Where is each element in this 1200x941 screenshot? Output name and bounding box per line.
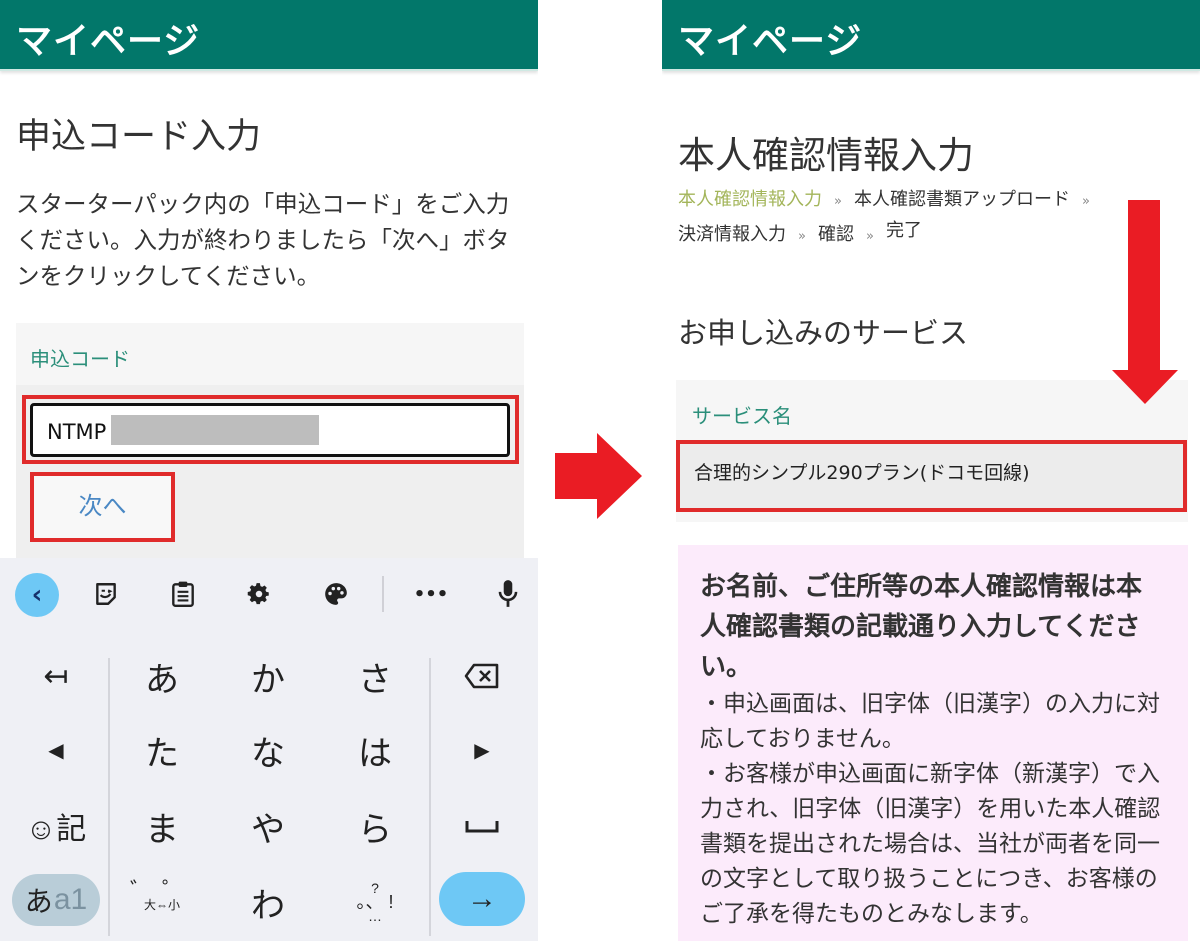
kana-key-grid: ↤ あ か さ ◀ た な は ▶ ☺記 ま や ら あ a1 ゛゜ 大⇔小 わ…	[0, 636, 538, 941]
step-breadcrumb: 本人確認情報入力 » 本人確認書類アップロード » 決済情報入力 » 確認 » 完了	[678, 183, 1158, 253]
backspace-icon	[464, 663, 499, 689]
identity-notice-box: お名前、ご住所等の本人確認情報は本人確認書類の記載通り入力してください。 ・申込…	[678, 545, 1188, 941]
size-toggle-label: 大⇔小	[143, 898, 180, 912]
mode-alnum: a1	[53, 883, 88, 916]
application-code-label: 申込コード	[30, 347, 130, 371]
form-label-row: 申込コード	[16, 323, 524, 385]
service-name-label: サービス名	[692, 404, 792, 428]
transition-arrow-icon	[555, 433, 642, 519]
more-icon[interactable]: •••	[409, 572, 453, 616]
pointer-arrow-icon	[1112, 200, 1178, 404]
step-payment-info: 決済情報入力	[678, 224, 786, 245]
sticker-icon[interactable]	[84, 572, 128, 616]
breadcrumb-separator: »	[798, 229, 806, 244]
key-ma[interactable]: ま	[112, 796, 212, 856]
breadcrumb-separator: »	[1081, 194, 1090, 209]
cursor-left-key[interactable]: ◀	[6, 720, 106, 780]
soft-keyboard: ‹ ••• ↤ あ か さ ◀ た な は ▶ ☺記 ま や ら あ a1 ゛゜…	[0, 558, 538, 941]
space-icon	[465, 821, 499, 833]
right-screen: マイページ 本人確認情報入力 本人確認情報入力 » 本人確認書類アップロード » 決済…	[662, 0, 1200, 941]
breadcrumb-separator: »	[865, 229, 874, 244]
key-divider	[429, 658, 431, 936]
toolbar-divider	[382, 576, 384, 612]
key-ta[interactable]: た	[112, 720, 212, 780]
key-ka[interactable]: か	[218, 646, 318, 706]
left-screen: マイページ 申込コード入力 スターターパック内の「申込コード」をご入力ください。…	[0, 0, 538, 941]
app-title: マイページ	[678, 21, 863, 62]
key-ya[interactable]: や	[218, 796, 318, 856]
instructions-text: スターターパック内の「申込コード」をご入力ください。入力が終わりましたら「次へ」…	[16, 190, 510, 290]
page-title: 本人確認情報入力	[678, 134, 974, 177]
notice-item: ・申込画面は、旧字体（旧漢字）の入力に対応しておりません。	[700, 691, 1160, 752]
enter-key[interactable]: →	[439, 872, 525, 926]
key-ra[interactable]: ら	[325, 796, 425, 856]
cursor-right-key[interactable]: ▶	[432, 720, 532, 780]
keyboard-toolbar: ‹ •••	[0, 558, 538, 632]
punct-mid: 。、 !	[356, 892, 394, 912]
key-na[interactable]: な	[218, 720, 318, 780]
key-wa[interactable]: わ	[218, 872, 318, 932]
gear-icon[interactable]	[237, 572, 281, 616]
app-header: マイページ	[0, 0, 538, 71]
redaction-bar	[111, 415, 319, 445]
step-identity-info: 本人確認情報入力	[678, 189, 822, 210]
step-confirm: 確認	[817, 224, 854, 245]
input-value: NTMP	[47, 420, 107, 444]
step-complete: 完了	[885, 220, 922, 241]
key-ha[interactable]: は	[325, 720, 425, 780]
page-title: 申込コード入力	[16, 117, 262, 157]
collapse-toolbar-button[interactable]: ‹	[15, 573, 59, 617]
palette-icon[interactable]	[314, 572, 358, 616]
backspace-key[interactable]	[432, 646, 532, 706]
key-sa[interactable]: さ	[325, 646, 425, 706]
clipboard-icon[interactable]	[161, 572, 205, 616]
next-button[interactable]: 次へ	[34, 476, 171, 538]
space-key[interactable]	[432, 796, 532, 856]
dakuten-label: ゛゜	[129, 878, 194, 903]
notice-item: ・お客様が申込画面に新字体（新漢字）で入力され、旧字体（旧漢字）を用いた本人確認…	[700, 761, 1161, 927]
key-divider	[108, 658, 110, 936]
notice-heading: お名前、ご住所等の本人確認情報は本人確認書類の記載通り入力してください。	[700, 572, 1143, 682]
input-mode-key[interactable]: あ a1	[12, 874, 100, 926]
mode-kana: あ	[24, 886, 53, 917]
punctuation-key[interactable]: ? 。、 ! …	[325, 864, 425, 940]
punct-bottom: …	[368, 908, 382, 924]
dakuten-key[interactable]: ゛゜ 大⇔小	[112, 868, 212, 928]
mic-icon[interactable]	[486, 572, 530, 616]
app-title: マイページ	[16, 21, 201, 62]
step-document-upload: 本人確認書類アップロード	[853, 189, 1070, 210]
section-title: お申し込みのサービス	[678, 316, 969, 350]
undo-key[interactable]: ↤	[6, 646, 106, 706]
key-a[interactable]: あ	[112, 646, 212, 706]
emoji-symbol-key[interactable]: ☺記	[6, 796, 106, 856]
service-name-value: 合理的シンプル290プラン(ドコモ回線)	[694, 462, 1030, 484]
app-header: マイページ	[662, 0, 1200, 71]
breadcrumb-separator: »	[834, 194, 842, 209]
